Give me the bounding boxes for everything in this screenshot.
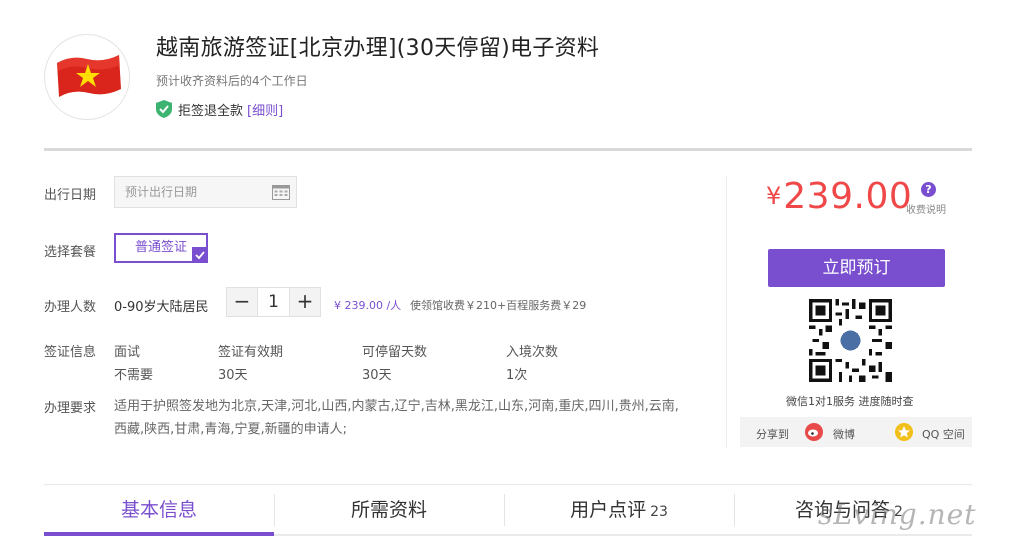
processing-time: 预计收齐资料后的4个工作日 xyxy=(156,74,308,88)
applicant-type: 0-90岁大陆居民 xyxy=(114,300,209,315)
tab-label: 基本信息 xyxy=(120,499,197,521)
package-option-label: 普通签证 xyxy=(134,240,187,255)
tab-basic-info[interactable]: 基本信息 xyxy=(44,494,274,536)
header-divider xyxy=(44,148,972,151)
requirement-text: 适用于护照签发地为北京,天津,河北,山西,内蒙古,辽宁,吉林,黑龙江,山东,河南… xyxy=(114,399,679,437)
tab-required-docs[interactable]: 所需资料 xyxy=(274,494,504,536)
travel-date-label: 出行日期 xyxy=(44,188,97,203)
tabs-bottom-line xyxy=(274,534,972,536)
shield-check-icon xyxy=(156,100,172,118)
watermark: sLving.net xyxy=(818,498,977,531)
package-option-standard[interactable]: 普通签证 xyxy=(114,233,208,263)
share-weibo-link[interactable]: 微博 xyxy=(833,426,855,442)
product-header: 越南旅游签证[北京办理](30天停留)电子资料 预计收齐资料后的4个工作日 拒签… xyxy=(0,0,1024,151)
visa-info-header: 可停留天数 xyxy=(362,345,428,360)
tab-user-reviews[interactable]: 用户点评 23 xyxy=(504,494,734,536)
quantity-plus-button[interactable]: + xyxy=(290,288,320,316)
visa-info-value: 30天 xyxy=(362,368,392,383)
checkmark-icon xyxy=(195,251,205,260)
travel-date-input[interactable]: 预计出行日期 xyxy=(114,176,297,208)
quantity-value[interactable]: 1 xyxy=(257,288,290,316)
product-title: 越南旅游签证[北京办理](30天停留)电子资料 xyxy=(156,36,600,61)
applicants-label: 办理人数 xyxy=(44,300,97,315)
review-count: 23 xyxy=(650,504,668,520)
visa-info-header: 签证有效期 xyxy=(218,345,284,360)
tab-label: 所需资料 xyxy=(350,499,427,521)
visa-info-header: 面试 xyxy=(114,345,141,360)
refund-guarantee: 拒签退全款 [细则] xyxy=(156,100,283,119)
visa-info-value: 不需要 xyxy=(114,368,154,383)
fee-breakdown: 使领馆收费￥210+百程服务费￥29 xyxy=(410,299,587,312)
travel-date-placeholder: 预计出行日期 xyxy=(125,185,198,199)
quantity-stepper: − 1 + xyxy=(226,287,321,317)
book-now-button[interactable]: 立即预订 xyxy=(768,249,945,287)
share-bar: 分享到 微博 QQ 空间 xyxy=(740,417,972,447)
share-label: 分享到 xyxy=(756,428,789,441)
package-label: 选择套餐 xyxy=(44,245,97,260)
refund-detail-link[interactable]: [细则] xyxy=(247,100,283,119)
refund-text: 拒签退全款 xyxy=(178,103,244,119)
selected-corner xyxy=(192,247,208,263)
visa-info-value: 30天 xyxy=(218,368,248,383)
product-logo xyxy=(44,34,130,120)
share-qq-zone-link[interactable]: QQ 空间 xyxy=(922,426,965,442)
help-icon[interactable]: ? xyxy=(921,182,936,197)
qr-caption: 微信1对1服务 进度随时查 xyxy=(786,395,914,408)
calendar-icon[interactable] xyxy=(272,184,290,200)
fee-help-link[interactable]: 收费说明 xyxy=(906,201,946,216)
price-currency: ¥ xyxy=(766,182,782,210)
qr-code-icon xyxy=(809,299,892,382)
price-amount: 239.00 xyxy=(783,176,913,217)
requirement-label: 办理要求 xyxy=(44,401,97,416)
price: ¥239.00 xyxy=(766,176,912,217)
visa-info-header: 入境次数 xyxy=(506,345,559,360)
panel-divider xyxy=(726,176,727,448)
tabs-divider xyxy=(44,484,972,485)
visa-info-value: 1次 xyxy=(506,368,528,383)
weibo-icon[interactable] xyxy=(805,423,823,441)
vietnam-flag-icon xyxy=(57,55,121,97)
unit-price: ¥ 239.00 /人 xyxy=(334,299,402,312)
visa-info-label: 签证信息 xyxy=(44,345,97,360)
active-tab-indicator xyxy=(44,532,274,536)
qq-zone-icon[interactable] xyxy=(895,423,913,441)
quantity-minus-button[interactable]: − xyxy=(227,288,257,316)
tab-label: 用户点评 xyxy=(570,499,647,521)
